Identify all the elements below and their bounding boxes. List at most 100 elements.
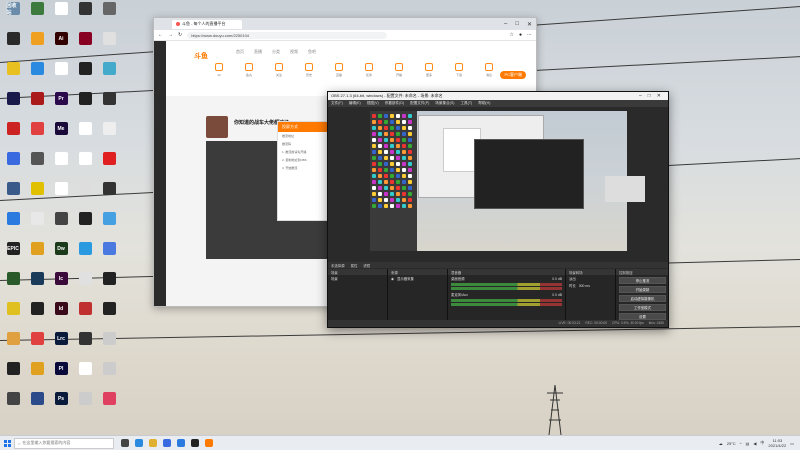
- desktop-icon[interactable]: [2, 122, 24, 144]
- desktop-icon[interactable]: [2, 92, 24, 114]
- control-button[interactable]: 启动虚拟摄像机: [619, 295, 666, 302]
- volume-slider[interactable]: [451, 287, 562, 290]
- desktop-icon[interactable]: [2, 32, 24, 54]
- network-icon[interactable]: ▤: [746, 441, 750, 446]
- site-logo[interactable]: 斗鱼: [194, 51, 208, 61]
- back-icon[interactable]: ←: [158, 32, 163, 38]
- transition-field[interactable]: 淡出: [566, 275, 615, 282]
- desktop-icon[interactable]: [26, 302, 48, 324]
- maximize-icon[interactable]: □: [515, 21, 519, 28]
- taskbar-app-store[interactable]: [160, 436, 174, 450]
- close-icon[interactable]: ✕: [657, 93, 661, 99]
- menu-item[interactable]: 文件(F): [331, 101, 343, 106]
- desktop-icon[interactable]: [98, 152, 120, 174]
- desktop-icon[interactable]: Dw: [50, 242, 72, 264]
- desktop-icon[interactable]: Pr: [50, 92, 72, 114]
- toolbar-item[interactable]: 未选择源: [328, 262, 348, 268]
- desktop-icon[interactable]: [2, 182, 24, 204]
- desktop-icon[interactable]: [74, 2, 96, 24]
- browser-tab[interactable]: 斗鱼 - 每个人的直播平台: [172, 19, 242, 29]
- desktop-icon[interactable]: [74, 152, 96, 174]
- minimize-icon[interactable]: –: [639, 93, 642, 99]
- header-icon[interactable]: 直播: [331, 63, 347, 77]
- desktop-icon[interactable]: [74, 122, 96, 144]
- address-bar[interactable]: https://www.douyu.com/2250104: [187, 31, 388, 39]
- desktop-icon[interactable]: Ic: [50, 272, 72, 294]
- desktop-icon[interactable]: [2, 152, 24, 174]
- desktop-icon[interactable]: [74, 242, 96, 264]
- desktop-icon[interactable]: [74, 182, 96, 204]
- desktop-icon[interactable]: [2, 272, 24, 294]
- nav-item[interactable]: 鱼吧: [308, 49, 316, 55]
- control-button[interactable]: 开始录制: [619, 286, 666, 293]
- favorites-icon[interactable]: ☆: [509, 32, 513, 38]
- desktop-icon[interactable]: [98, 32, 120, 54]
- menu-icon[interactable]: ⋯: [527, 32, 532, 38]
- streamer-avatar[interactable]: [206, 116, 228, 138]
- client-download-button[interactable]: PC客户端: [500, 71, 526, 79]
- desktop-icon[interactable]: [74, 62, 96, 84]
- desktop-icon[interactable]: [2, 212, 24, 234]
- header-icon[interactable]: 鱼丸: [241, 63, 257, 77]
- desktop-icon[interactable]: [74, 302, 96, 324]
- header-icon[interactable]: 消息: [481, 63, 497, 77]
- desktop-icon[interactable]: [98, 182, 120, 204]
- toolbar-item[interactable]: 属性: [348, 262, 361, 268]
- desktop-icon[interactable]: [98, 212, 120, 234]
- desktop-icon[interactable]: [2, 332, 24, 354]
- minimize-icon[interactable]: –: [504, 21, 507, 28]
- menu-item[interactable]: 停靠部件(D): [385, 101, 404, 106]
- notification-icon[interactable]: ▭: [790, 441, 794, 446]
- chevron-up-icon[interactable]: ^: [740, 441, 742, 446]
- header-icon[interactable]: 12: [211, 63, 227, 77]
- scene-item[interactable]: 场景: [328, 275, 387, 282]
- desktop-icon[interactable]: Ps: [50, 392, 72, 414]
- desktop-icon[interactable]: [74, 212, 96, 234]
- desktop-icon[interactable]: [74, 392, 96, 414]
- desktop-icon[interactable]: [74, 32, 96, 54]
- desktop-icon[interactable]: Pl: [50, 362, 72, 384]
- desktop-icon[interactable]: [26, 332, 48, 354]
- taskbar-app-explorer[interactable]: [146, 436, 160, 450]
- desktop-icon[interactable]: [26, 2, 48, 24]
- menu-item[interactable]: 编辑(E): [349, 101, 361, 106]
- desktop-icon[interactable]: [98, 242, 120, 264]
- desktop-icon[interactable]: Ai: [50, 32, 72, 54]
- profile-icon[interactable]: ●: [519, 32, 522, 38]
- maximize-icon[interactable]: □: [648, 93, 651, 99]
- obs-window[interactable]: OBS 27.1.3 (64-bit, windows) - 配置文件: 未命名…: [327, 91, 669, 328]
- desktop-icon[interactable]: 回收站: [2, 2, 24, 24]
- desktop-icon[interactable]: [26, 62, 48, 84]
- desktop-icon[interactable]: [50, 62, 72, 84]
- desktop-icon[interactable]: [98, 272, 120, 294]
- control-button[interactable]: 停止推流: [619, 277, 666, 284]
- taskbar-search[interactable]: ○ 在这里输入你要搜索的内容: [14, 437, 114, 449]
- header-icon[interactable]: 更多: [421, 63, 437, 77]
- taskbar-app-task-view[interactable]: [118, 436, 132, 450]
- nav-item[interactable]: 直播: [254, 49, 262, 55]
- nav-item[interactable]: 分类: [272, 49, 280, 55]
- desktop-icon[interactable]: [26, 242, 48, 264]
- desktop-icon[interactable]: [26, 362, 48, 384]
- desktop-icon[interactable]: [74, 332, 96, 354]
- desktop-icon[interactable]: [2, 62, 24, 84]
- obs-preview[interactable]: [370, 111, 645, 251]
- desktop-icon[interactable]: Me: [50, 122, 72, 144]
- toolbar-item[interactable]: 滤镜: [360, 262, 373, 268]
- control-button[interactable]: 设置: [619, 313, 666, 320]
- desktop-icon[interactable]: Lrc: [50, 332, 72, 354]
- desktop-icon[interactable]: [98, 332, 120, 354]
- eye-icon[interactable]: ◉: [391, 277, 394, 281]
- desktop-icon[interactable]: [2, 362, 24, 384]
- desktop-icon[interactable]: [50, 182, 72, 204]
- menu-item[interactable]: 配置文件(P): [410, 101, 429, 106]
- desktop-icon[interactable]: [74, 362, 96, 384]
- nav-item[interactable]: 视频: [290, 49, 298, 55]
- header-icon[interactable]: 任务: [361, 63, 377, 77]
- desktop-icon[interactable]: [50, 212, 72, 234]
- desktop-icon[interactable]: [26, 92, 48, 114]
- menu-item[interactable]: 视图(V): [367, 101, 379, 106]
- desktop-icon[interactable]: [2, 302, 24, 324]
- menu-item[interactable]: 场景集合(S): [435, 101, 454, 106]
- desktop-icon[interactable]: [50, 152, 72, 174]
